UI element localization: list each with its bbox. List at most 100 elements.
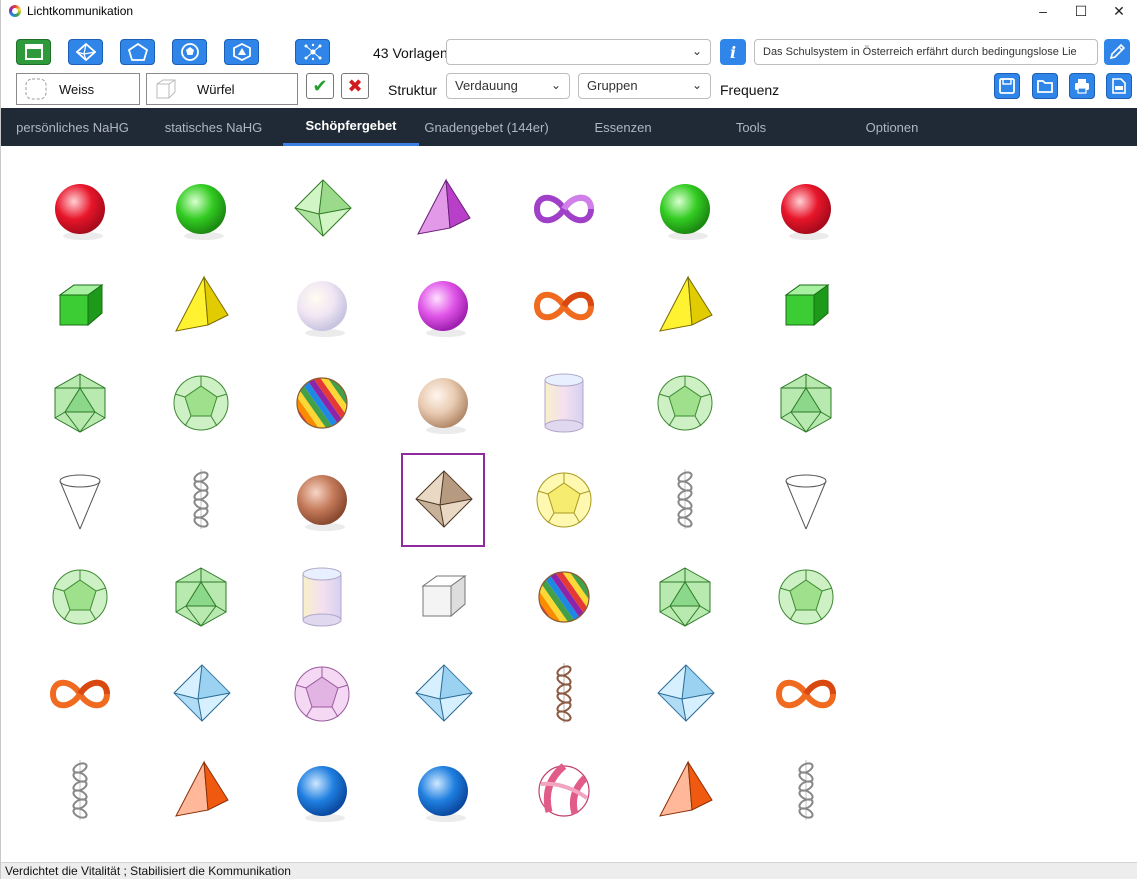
- symbol-yellow-pyramid[interactable]: [643, 259, 727, 353]
- symbol-red-sphere[interactable]: [38, 162, 122, 256]
- tab-gnadengebet[interactable]: Gnadengebet (144er): [419, 108, 554, 146]
- symbol-red-sphere[interactable]: [764, 162, 848, 256]
- symbol-rainbow-sphere[interactable]: [522, 550, 606, 644]
- symbol-green-icosahedron[interactable]: [764, 356, 848, 450]
- symbol-yellow-pyramid[interactable]: [159, 259, 243, 353]
- save-button[interactable]: [994, 73, 1020, 99]
- symbol-rainbow-sphere[interactable]: [280, 356, 364, 450]
- magenta-pyramid-icon: [417, 178, 471, 235]
- symbol-green-sphere[interactable]: [643, 162, 727, 256]
- pdf-export-button[interactable]: [1106, 73, 1132, 99]
- info-button[interactable]: i: [720, 39, 746, 65]
- symbol-grey-dna[interactable]: [159, 453, 243, 547]
- symbol-pink-beachball[interactable]: [522, 744, 606, 838]
- symbol-green-cube[interactable]: [764, 259, 848, 353]
- chevron-down-icon: ⌄: [691, 44, 702, 58]
- symbol-grey-dna[interactable]: [764, 744, 848, 838]
- yellow-pyramid-icon: [175, 275, 229, 332]
- view-pentagon-button[interactable]: [120, 39, 155, 65]
- symbol-white-cone[interactable]: [38, 453, 122, 547]
- close-button[interactable]: ✕: [1100, 0, 1137, 22]
- grey-dna-icon: [193, 469, 209, 529]
- symbol-orange-infinity[interactable]: [38, 647, 122, 741]
- symbol-blue-sphere[interactable]: [280, 744, 364, 838]
- white-cone-icon: [785, 474, 827, 530]
- symbol-grey-dna[interactable]: [643, 453, 727, 547]
- confirm-button[interactable]: ✔: [306, 73, 334, 99]
- symbol-white-cone[interactable]: [764, 453, 848, 547]
- symbol-green-icosahedron[interactable]: [643, 550, 727, 644]
- square-frame-icon: [24, 44, 43, 60]
- tab-tools[interactable]: Tools: [715, 108, 787, 146]
- maximize-button[interactable]: ☐: [1062, 0, 1100, 22]
- view-dodecahedron-button[interactable]: [172, 39, 207, 65]
- symbol-purple-infinity[interactable]: [522, 162, 606, 256]
- symbol-orange-infinity[interactable]: [764, 647, 848, 741]
- symbol-green-icosahedron[interactable]: [159, 550, 243, 644]
- symbol-orange-pyramid[interactable]: [159, 744, 243, 838]
- green-octahedron-icon: [294, 179, 352, 237]
- struktur-dropdown[interactable]: Verdauung ⌄: [446, 73, 570, 99]
- symbol-yellow-dodecahedron[interactable]: [522, 453, 606, 547]
- info-icon: i: [729, 42, 737, 62]
- tab-statisches-nahg[interactable]: statisches NaHG: [152, 108, 275, 146]
- symbol-orange-infinity[interactable]: [522, 259, 606, 353]
- symbol-green-dodecahedron[interactable]: [159, 356, 243, 450]
- brown-dna-icon: [556, 663, 572, 723]
- template-select[interactable]: ⌄: [446, 39, 711, 65]
- symbol-beige-sphere[interactable]: [401, 356, 485, 450]
- view-octahedron-button[interactable]: [68, 39, 103, 65]
- symbol-green-dodecahedron[interactable]: [764, 550, 848, 644]
- app-window: Lichtkommunikation – ☐ ✕ 43 Vorlagen ⌄ i…: [0, 0, 1137, 879]
- shape-name: Würfel: [197, 81, 235, 97]
- pentagon-icon: [127, 43, 148, 61]
- pastel-sphere-icon: [297, 281, 347, 337]
- symbol-green-icosahedron[interactable]: [38, 356, 122, 450]
- green-cube-icon: [58, 284, 104, 327]
- color-selector[interactable]: Weiss: [16, 73, 140, 105]
- symbol-green-dodecahedron[interactable]: [643, 356, 727, 450]
- symbol-brown-octahedron[interactable]: [401, 453, 485, 547]
- symbol-pastel-sphere[interactable]: [280, 259, 364, 353]
- open-folder-button[interactable]: [1032, 73, 1058, 99]
- pencil-icon: [1109, 43, 1126, 60]
- tab-persoenliches-nahg[interactable]: persönliches NaHG: [1, 108, 144, 146]
- green-icosahedron-icon: [780, 373, 832, 433]
- view-icosahedron-button[interactable]: [224, 39, 259, 65]
- symbol-blue-octahedron[interactable]: [643, 647, 727, 741]
- cancel-button[interactable]: ✖: [341, 73, 369, 99]
- symbol-magenta-pyramid[interactable]: [401, 162, 485, 256]
- symbol-green-dodecahedron[interactable]: [38, 550, 122, 644]
- yellow-pyramid-icon: [659, 275, 713, 332]
- symbol-orange-pyramid[interactable]: [643, 744, 727, 838]
- symbol-pastel-cylinder[interactable]: [522, 356, 606, 450]
- tab-essenzen[interactable]: Essenzen: [581, 108, 665, 146]
- gruppen-dropdown[interactable]: Gruppen ⌄: [578, 73, 711, 99]
- minimize-button[interactable]: –: [1024, 0, 1062, 22]
- symbol-pastel-cylinder[interactable]: [280, 550, 364, 644]
- symbol-brown-sphere[interactable]: [280, 453, 364, 547]
- symbol-pink-dodecahedron[interactable]: [280, 647, 364, 741]
- view-network-button[interactable]: [295, 39, 330, 65]
- symbol-blue-octahedron[interactable]: [159, 647, 243, 741]
- symbol-grey-dna[interactable]: [38, 744, 122, 838]
- symbol-pink-sphere[interactable]: [401, 259, 485, 353]
- symbol-green-sphere[interactable]: [159, 162, 243, 256]
- blue-octahedron-icon: [657, 664, 715, 722]
- symbol-green-octahedron[interactable]: [280, 162, 364, 256]
- symbol-green-cube[interactable]: [38, 259, 122, 353]
- tab-schoepfergebet[interactable]: Schöpfergebet: [283, 108, 419, 146]
- intention-text-field[interactable]: Das Schulsystem in Österreich erfährt du…: [754, 39, 1098, 65]
- shape-selector[interactable]: Würfel: [146, 73, 298, 105]
- symbol-blue-octahedron[interactable]: [401, 647, 485, 741]
- symbol-blue-sphere[interactable]: [401, 744, 485, 838]
- edit-button[interactable]: [1104, 39, 1130, 65]
- view-square-button[interactable]: [16, 39, 51, 65]
- white-cube-icon: [421, 575, 467, 618]
- print-button[interactable]: [1069, 73, 1095, 99]
- symbol-white-cube[interactable]: [401, 550, 485, 644]
- symbol-brown-dna[interactable]: [522, 647, 606, 741]
- green-sphere-icon: [660, 184, 710, 240]
- tab-optionen[interactable]: Optionen: [847, 108, 937, 146]
- gruppen-value: Gruppen: [587, 78, 638, 93]
